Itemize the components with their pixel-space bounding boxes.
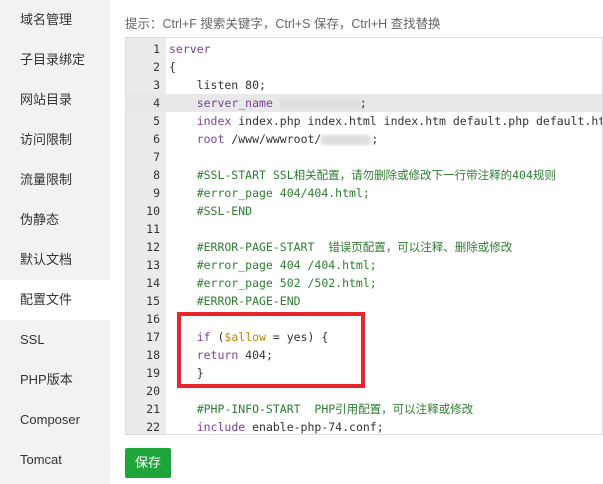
code-line[interactable]: 4 server_name ; [126,94,602,112]
code-line[interactable]: 9 #error_page 404/404.html; [126,184,602,202]
line-number: 22 [146,420,160,434]
code-line[interactable]: 11 [126,220,602,238]
line-number: 15 [146,294,160,308]
sidebar-item-tomcat[interactable]: Tomcat [0,440,110,480]
code-text: } [169,366,204,380]
line-number: 2 [153,60,160,74]
save-button[interactable]: 保存 [125,448,171,478]
line-number: 11 [146,222,160,236]
code-text: #SSL-START SSL相关配置，请勿删除或修改下一行带注释的404规则 [169,168,556,182]
code-line[interactable]: 7 [126,148,602,166]
code-line[interactable]: 10 #SSL-END [126,202,602,220]
code-line[interactable]: 17 if ($allow = yes) { [126,328,602,346]
code-text: #ERROR-PAGE-END [169,294,301,308]
code-line[interactable]: 18 return 404; [126,346,602,364]
sidebar: 域名管理 子目录绑定 网站目录 访问限制 流量限制 伪静态 默认文档 配置文件 … [0,0,110,484]
code-text: #error_page 404 /404.html; [169,258,377,272]
code-text: #ERROR-PAGE-START 错误页配置，可以注释、删除或修改 [169,240,513,254]
shortcut-hint: 提示：Ctrl+F 搜索关键字，Ctrl+S 保存，Ctrl+H 查找替换 [125,17,441,31]
code-line[interactable]: 8 #SSL-START SSL相关配置，请勿删除或修改下一行带注释的404规则 [126,166,602,184]
sidebar-item-default-doc[interactable]: 默认文档 [0,240,110,280]
code-line[interactable]: 1 server [126,40,602,58]
sidebar-item-ssl[interactable]: SSL [0,320,110,360]
sidebar-item-access-limit[interactable]: 访问限制 [0,120,110,160]
code-text: index index.php index.html index.htm def… [196,114,603,128]
code-line[interactable]: 19 } [126,364,602,382]
line-number: 5 [153,114,160,128]
line-number: 7 [153,150,160,164]
code-line[interactable]: 22 include enable-php-74.conf; [126,418,602,434]
line-number: 3 [153,78,160,92]
code-text: #error_page 502 /502.html; [169,276,377,290]
sidebar-item-site-dir[interactable]: 网站目录 [0,80,110,120]
line-number: 14 [146,276,160,290]
code-text: server [169,42,211,56]
code-text: #SSL-END [169,204,253,218]
code-text: include enable-php-74.conf; [196,420,384,434]
code-line[interactable]: 14 #error_page 502 /502.html; [126,274,602,292]
code-line[interactable]: 2{ [126,58,602,76]
sidebar-item-rewrite[interactable]: 伪静态 [0,200,110,240]
code-text: listen 80; [169,78,266,92]
line-number: 18 [146,348,160,362]
code-line[interactable]: 21 #PHP-INFO-START PHP引用配置，可以注释或修改 [126,400,602,418]
code-text: { [169,60,176,74]
line-number: 20 [146,384,160,398]
code-text: root /www/wwwroot/; [196,132,379,146]
sidebar-item-composer[interactable]: Composer [0,400,110,440]
line-number: 9 [153,186,160,200]
line-number: 16 [146,312,160,326]
sidebar-item-subdir[interactable]: 子目录绑定 [0,40,110,80]
line-number: 17 [146,330,160,344]
sidebar-item-php-version[interactable]: PHP版本 [0,360,110,400]
code-text: #PHP-INFO-START PHP引用配置，可以注释或修改 [169,402,474,416]
line-number: 8 [153,168,160,182]
code-text: if ($allow = yes) { [196,330,329,344]
code-text: server_name ; [196,96,367,110]
line-number: 6 [153,132,160,146]
code-line[interactable]: 20 [126,382,602,400]
code-text: return 404; [196,348,273,362]
line-number: 21 [146,402,160,416]
code-line[interactable]: 3 listen 80; [126,76,602,94]
code-text: #error_page 404/404.html; [169,186,370,200]
sidebar-item-traffic-limit[interactable]: 流量限制 [0,160,110,200]
config-editor[interactable]: 1 server 2{3 listen 80; 4 server_name ; 5 in… [125,37,603,435]
line-number: 1 [153,42,160,56]
code-line[interactable]: 13 #error_page 404 /404.html; [126,256,602,274]
line-number: 10 [146,204,160,218]
line-number: 4 [153,96,160,110]
code-line[interactable]: 15 #ERROR-PAGE-END [126,292,602,310]
code-line[interactable]: 6 root /www/wwwroot/; [126,130,602,148]
code-line[interactable]: 16 [126,310,602,328]
line-number: 12 [146,240,160,254]
line-number: 13 [146,258,160,272]
sidebar-item-domain[interactable]: 域名管理 [0,0,110,40]
code-line[interactable]: 12 #ERROR-PAGE-START 错误页配置，可以注释、删除或修改 [126,238,602,256]
sidebar-item-config-file[interactable]: 配置文件 [0,280,110,320]
code-line[interactable]: 5 index index.php index.html index.htm d… [126,112,602,130]
line-number: 19 [146,366,160,380]
